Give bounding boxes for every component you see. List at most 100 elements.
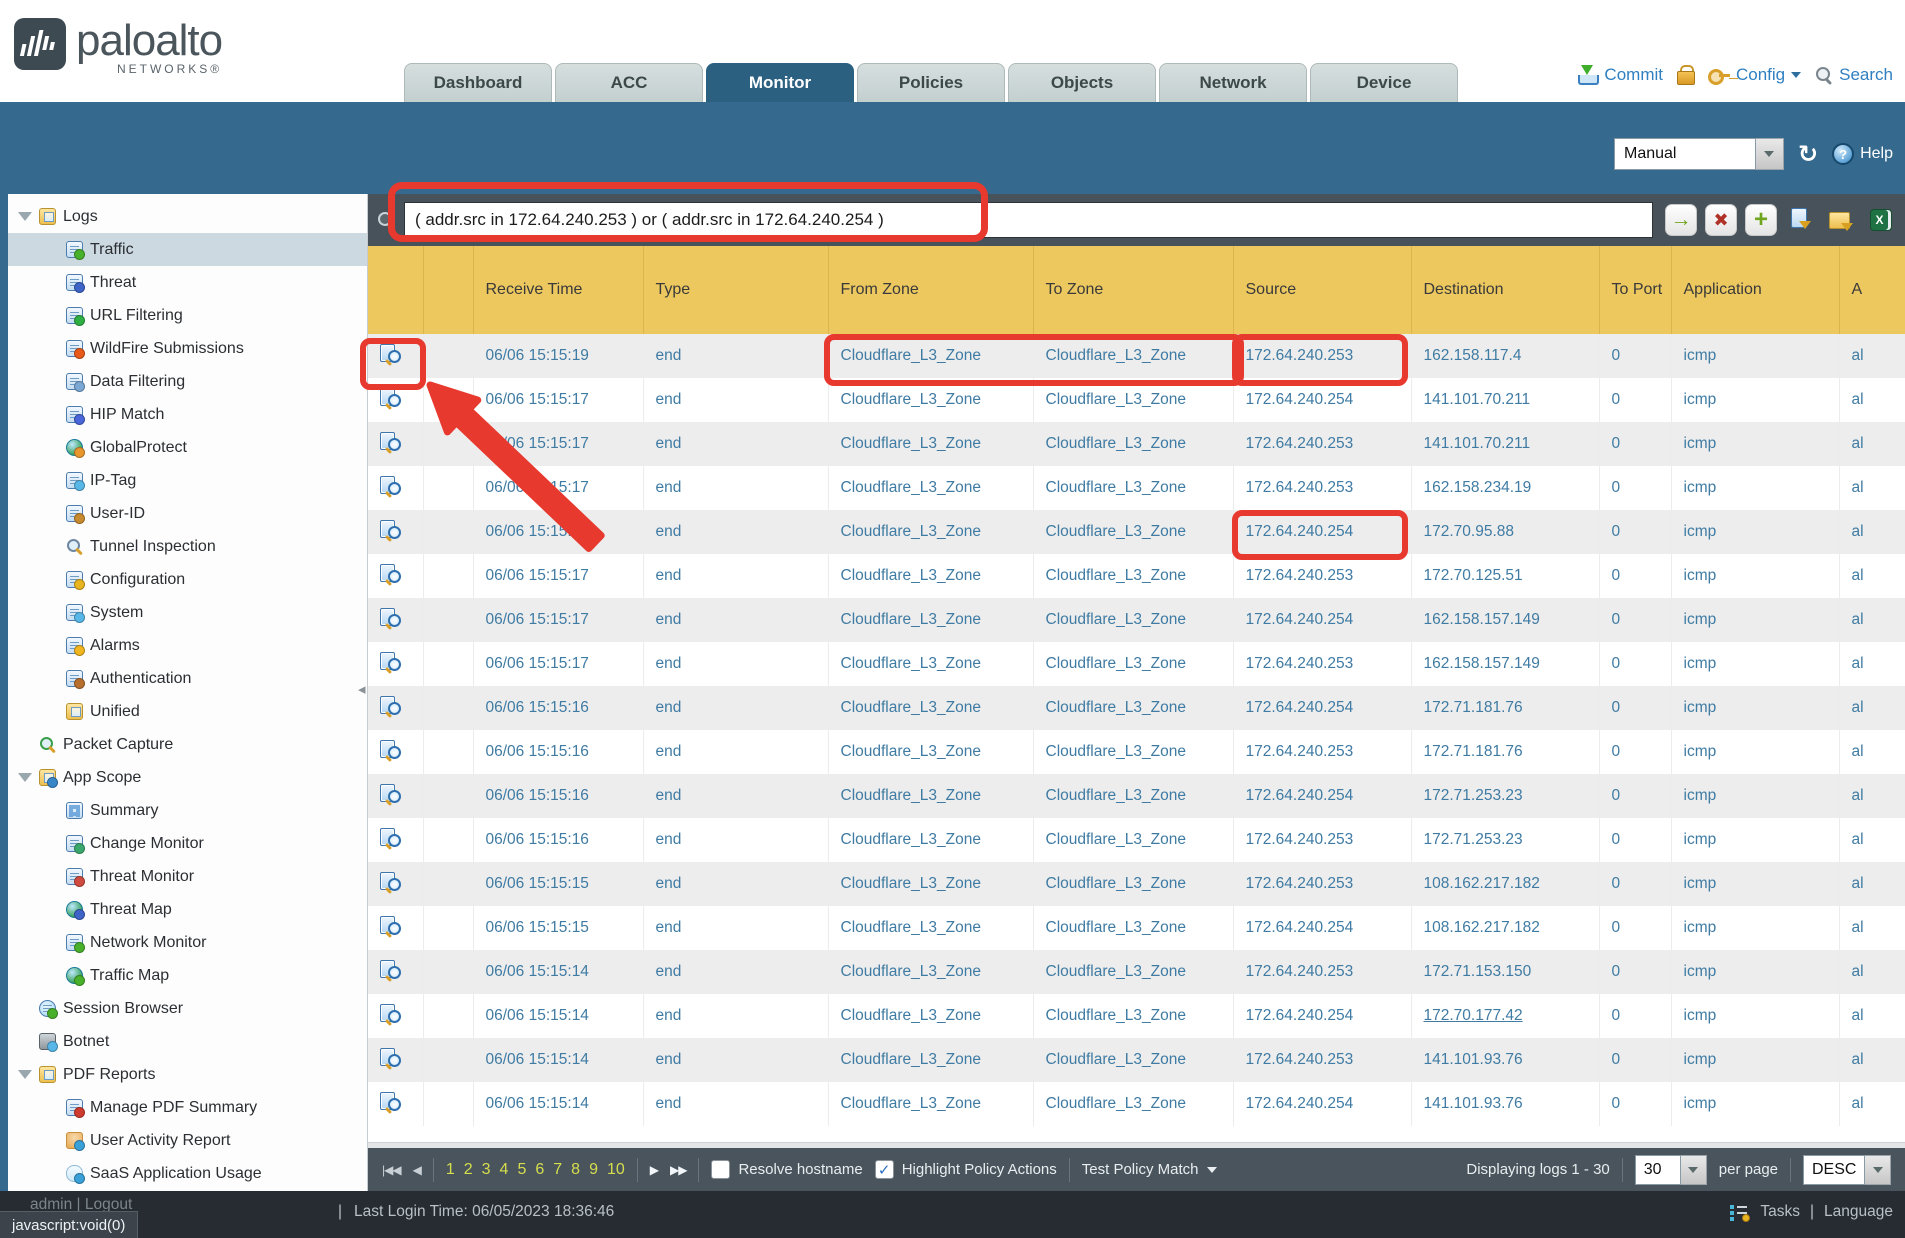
sidebar-item[interactable]: Threat Monitor [8, 860, 367, 893]
add-filter-button[interactable]: + [1745, 204, 1777, 236]
sort-order-select[interactable]: DESC [1803, 1155, 1891, 1185]
log-table-row[interactable]: 06/06 15:15:16 end Cloudflare_L3_Zone Cl… [368, 686, 1905, 730]
log-cell-destination[interactable]: 141.101.70.211 [1424, 435, 1531, 452]
column-header-to-port[interactable]: To Port [1599, 246, 1671, 334]
sidebar-item[interactable]: Data Filtering [8, 365, 367, 398]
log-detail-magnifier-icon[interactable] [380, 520, 402, 539]
log-detail-magnifier-icon[interactable] [380, 916, 402, 935]
log-cell-destination[interactable]: 172.70.95.88 [1424, 523, 1515, 540]
log-cell-destination[interactable]: 172.71.181.76 [1424, 743, 1523, 760]
sidebar-item[interactable]: Packet Capture [8, 728, 367, 761]
column-header-source[interactable]: Source [1233, 246, 1411, 334]
column-header-to-zone[interactable]: To Zone [1033, 246, 1233, 334]
column-header-from-zone[interactable]: From Zone [828, 246, 1033, 334]
sidebar-item[interactable]: SaaS Application Usage [8, 1157, 367, 1190]
log-detail-magnifier-icon[interactable] [380, 696, 402, 715]
nav-tab[interactable]: Device [1310, 63, 1458, 102]
log-cell-destination[interactable]: 162.158.234.19 [1424, 479, 1532, 496]
last-page-button[interactable]: ▶▶ [670, 1163, 686, 1177]
column-header-action[interactable]: A [1839, 246, 1905, 334]
log-table-row[interactable]: 06/06 15:15:17 end Cloudflare_L3_Zone Cl… [368, 554, 1905, 598]
log-detail-magnifier-icon[interactable] [380, 1004, 402, 1023]
search-button[interactable]: Search [1815, 65, 1893, 85]
log-table-row[interactable]: 06/06 15:15:16 end Cloudflare_L3_Zone Cl… [368, 818, 1905, 862]
sidebar-item[interactable]: System [8, 596, 367, 629]
sidebar-item[interactable]: Traffic Map [8, 959, 367, 992]
tree-expander-icon[interactable] [18, 1070, 32, 1079]
log-cell-destination[interactable]: 108.162.217.182 [1424, 875, 1540, 892]
log-cell-destination[interactable]: 141.101.70.211 [1424, 391, 1531, 408]
log-table-row[interactable]: 06/06 15:15:17 end Cloudflare_L3_Zone Cl… [368, 422, 1905, 466]
log-filter-input[interactable] [404, 202, 1653, 238]
language-link[interactable]: Language [1824, 1203, 1893, 1221]
log-cell-destination[interactable]: 141.101.93.76 [1424, 1051, 1523, 1068]
sidebar-item[interactable]: Configuration [8, 563, 367, 596]
sidebar-item[interactable]: App Scope [8, 761, 367, 794]
log-table-row[interactable]: 06/06 15:15:15 end Cloudflare_L3_Zone Cl… [368, 862, 1905, 906]
tree-expander-icon[interactable] [18, 773, 32, 782]
log-cell-destination[interactable]: 141.101.93.76 [1424, 1095, 1523, 1112]
log-detail-magnifier-icon[interactable] [380, 652, 402, 671]
tree-expander-icon[interactable] [18, 212, 32, 221]
log-detail-magnifier-icon[interactable] [380, 740, 402, 759]
sidebar-item[interactable]: Alarms [8, 629, 367, 662]
log-cell-destination[interactable]: 172.71.253.23 [1424, 831, 1523, 848]
log-detail-magnifier-icon[interactable] [380, 344, 402, 363]
page-number-link[interactable]: 4 [500, 1161, 509, 1179]
commit-button[interactable]: Commit [1576, 64, 1663, 86]
sidebar-item[interactable]: Logs [8, 200, 367, 233]
column-header-type[interactable]: Type [643, 246, 828, 334]
load-filter-button[interactable] [1825, 204, 1857, 236]
help-button[interactable]: ? Help [1832, 143, 1893, 165]
resolve-hostname-checkbox[interactable] [711, 1160, 730, 1179]
log-detail-magnifier-icon[interactable] [380, 872, 402, 891]
nav-tab[interactable]: Objects [1008, 63, 1156, 102]
log-detail-magnifier-icon[interactable] [380, 432, 402, 451]
column-header-destination[interactable]: Destination [1411, 246, 1599, 334]
log-detail-magnifier-icon[interactable] [380, 1092, 402, 1111]
log-table-row[interactable]: 06/06 15:15:17 end Cloudflare_L3_Zone Cl… [368, 642, 1905, 686]
sidebar-item[interactable]: Tunnel Inspection [8, 530, 367, 563]
sidebar-item[interactable]: User-ID [8, 497, 367, 530]
sidebar-item[interactable]: Network Monitor [8, 926, 367, 959]
log-table-row[interactable]: 06/06 15:15:15 end Cloudflare_L3_Zone Cl… [368, 906, 1905, 950]
sidebar-item[interactable]: Authentication [8, 662, 367, 695]
sidebar-item[interactable]: Manage PDF Summary [8, 1091, 367, 1124]
page-number-link[interactable]: 7 [553, 1161, 562, 1179]
column-header-application[interactable]: Application [1671, 246, 1839, 334]
sidebar-item[interactable]: Botnet [8, 1025, 367, 1058]
test-policy-match-button[interactable]: Test Policy Match [1082, 1161, 1217, 1178]
sidebar-item[interactable]: User Activity Report [8, 1124, 367, 1157]
log-table-row[interactable]: 06/06 15:15:17 end Cloudflare_L3_Zone Cl… [368, 466, 1905, 510]
log-detail-magnifier-icon[interactable] [380, 828, 402, 847]
sidebar-item[interactable]: Change Monitor [8, 827, 367, 860]
log-detail-magnifier-icon[interactable] [380, 784, 402, 803]
refresh-mode-select[interactable]: Manual [1614, 138, 1784, 170]
page-number-link[interactable]: 2 [464, 1161, 473, 1179]
log-detail-magnifier-icon[interactable] [380, 960, 402, 979]
refresh-mode-value[interactable]: Manual [1614, 138, 1756, 170]
sidebar-item[interactable]: Session Browser [8, 992, 367, 1025]
highlight-policy-checkbox[interactable]: ✓ [875, 1160, 894, 1179]
sidebar-item[interactable]: Traffic [8, 233, 367, 266]
prev-page-button[interactable]: ◀ [413, 1163, 421, 1177]
nav-tab[interactable]: ACC [555, 63, 703, 102]
sidebar-item[interactable]: HIP Match [8, 398, 367, 431]
log-cell-destination[interactable]: 162.158.157.149 [1424, 655, 1540, 672]
log-table-row[interactable]: 06/06 15:15:14 end Cloudflare_L3_Zone Cl… [368, 1038, 1905, 1082]
nav-tab[interactable]: Monitor [706, 63, 854, 102]
log-table-row[interactable]: 06/06 15:15:14 end Cloudflare_L3_Zone Cl… [368, 994, 1905, 1038]
log-table-row[interactable]: 06/06 15:15:17 end Cloudflare_L3_Zone Cl… [368, 598, 1905, 642]
log-cell-destination[interactable]: 162.158.117.4 [1424, 347, 1522, 364]
log-detail-magnifier-icon[interactable] [380, 1048, 402, 1067]
sidebar-item[interactable]: GlobalProtect [8, 431, 367, 464]
log-table-row[interactable]: 06/06 15:15:14 end Cloudflare_L3_Zone Cl… [368, 1082, 1905, 1126]
page-number-link[interactable]: 1 [446, 1161, 455, 1179]
sidebar-item[interactable]: Unified [8, 695, 367, 728]
log-cell-destination[interactable]: 172.70.125.51 [1424, 567, 1523, 584]
column-header-receive-time[interactable]: Receive Time [473, 246, 643, 334]
log-cell-destination[interactable]: 172.71.153.150 [1424, 963, 1532, 980]
apply-filter-button[interactable]: → [1665, 204, 1697, 236]
per-page-select[interactable]: 30 [1635, 1155, 1707, 1185]
sidebar-item[interactable]: WildFire Submissions [8, 332, 367, 365]
